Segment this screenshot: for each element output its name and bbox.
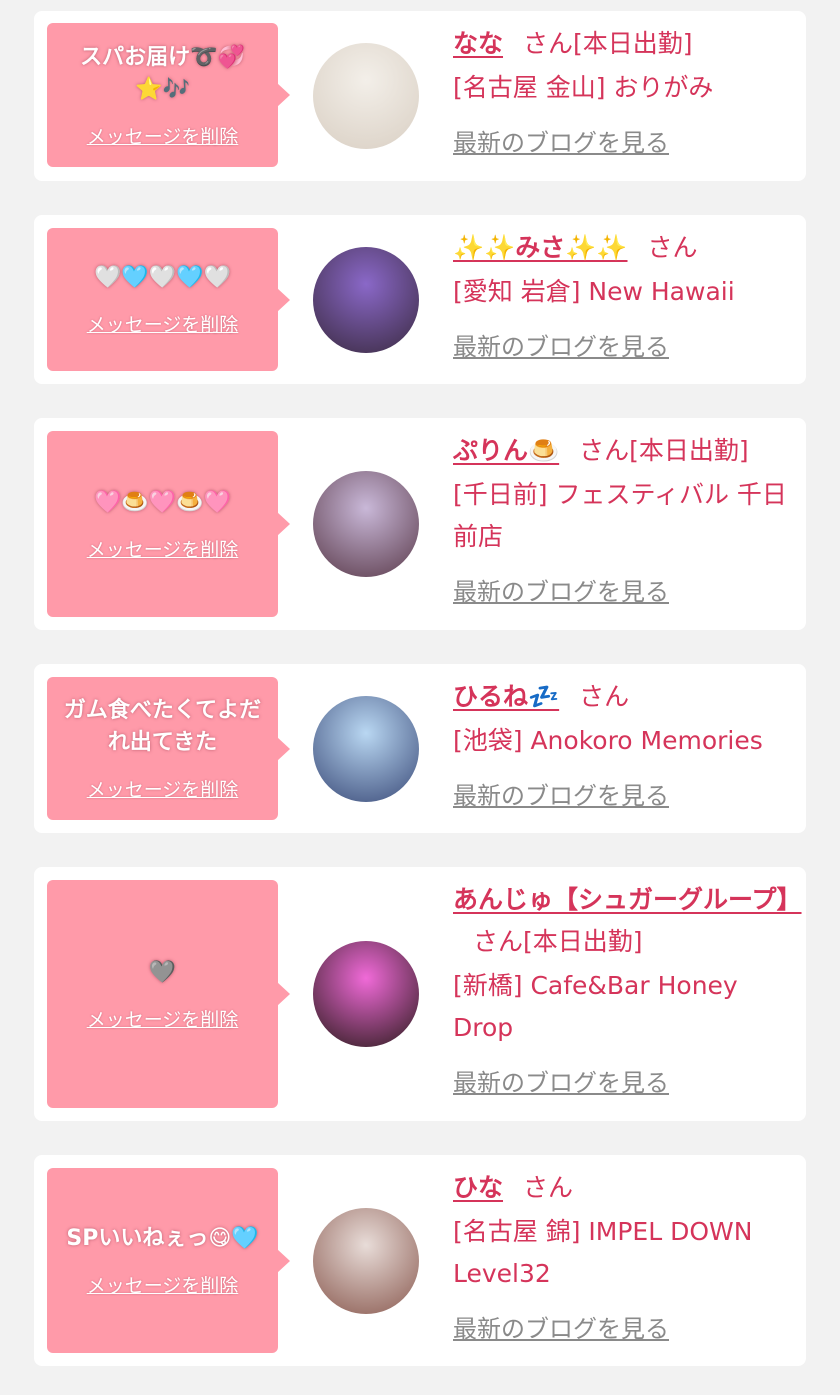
girl-name-link[interactable]: ✨✨みさ✨✨ xyxy=(453,233,628,262)
message-bubble: SPいいねぇっ😋🩵 メッセージを削除 xyxy=(47,1168,290,1353)
delete-message-link[interactable]: メッセージを削除 xyxy=(87,1005,239,1032)
name-line: ひな さん xyxy=(453,1167,798,1209)
message-list: スパお届け➰💞⭐🎶 メッセージを削除 なな さん[本日出勤] [名古屋 金山] お… xyxy=(0,0,840,1395)
honorific: さん xyxy=(579,436,630,465)
honorific: さん xyxy=(579,682,630,711)
girl-info: ✨✨みさ✨✨ さん [愛知 岩倉] New Hawaii 最新のブログを見る xyxy=(453,227,798,362)
girl-info: あんじゅ【シュガーグループ】さん[本日出勤] [新橋] Cafe&Bar Hon… xyxy=(453,879,802,1098)
message-card: 🩶 メッセージを削除 あんじゅ【シュガーグループ】さん[本日出勤] [新橋] C… xyxy=(34,867,806,1121)
delete-message-link[interactable]: メッセージを削除 xyxy=(87,535,239,562)
latest-blog-link[interactable]: 最新のブログを見る xyxy=(453,572,669,607)
girl-name-link[interactable]: ひるね💤 xyxy=(453,682,559,711)
message-bubble: 🩷🍮🩷🍮🩷 メッセージを削除 xyxy=(47,431,290,617)
latest-blog-link[interactable]: 最新のブログを見る xyxy=(453,123,669,158)
delete-message-link[interactable]: メッセージを削除 xyxy=(87,775,239,802)
girl-info: ぷりん🍮 さん[本日出勤] [千日前] フェスティバル 千日前店 最新のブログを見… xyxy=(453,430,798,607)
message-text: 🤍🩵🤍🩵🤍 xyxy=(94,265,231,290)
girl-name-link[interactable]: ひな xyxy=(453,1173,503,1202)
delete-message-link[interactable]: メッセージを削除 xyxy=(87,122,239,149)
message-bubble: 🤍🩵🤍🩵🤍 メッセージを削除 xyxy=(47,228,290,371)
shop-info: [新橋] Cafe&Bar Honey Drop xyxy=(453,971,738,1042)
message-text: SPいいねぇっ😋🩵 xyxy=(66,1226,259,1251)
girl-info: なな さん[本日出勤] [名古屋 金山] おりがみ 最新のブログを見る xyxy=(453,23,798,158)
status-badge: [本日出勤] xyxy=(573,29,693,58)
message-card: スパお届け➰💞⭐🎶 メッセージを削除 なな さん[本日出勤] [名古屋 金山] お… xyxy=(34,11,806,181)
girl-info: ひな さん [名古屋 錦] IMPEL DOWN Level32 最新のブログを見… xyxy=(453,1167,798,1344)
message-bubble: 🩶 メッセージを削除 xyxy=(47,880,290,1108)
name-line: なな さん[本日出勤] xyxy=(453,23,798,65)
avatar[interactable] xyxy=(313,1208,419,1314)
delete-message-link[interactable]: メッセージを削除 xyxy=(87,310,239,337)
message-card: ガム食べたくてよだれ出てきた メッセージを削除 ひるね💤 さん [池袋] Anok… xyxy=(34,664,806,833)
shop-info: [池袋] Anokoro Memories xyxy=(453,726,763,755)
avatar[interactable] xyxy=(313,471,419,577)
status-badge: [本日出勤] xyxy=(629,436,749,465)
message-card: 🩷🍮🩷🍮🩷 メッセージを削除 ぷりん🍮 さん[本日出勤] [千日前] フェスティバ… xyxy=(34,418,806,630)
girl-name-link[interactable]: あんじゅ【シュガーグループ】 xyxy=(453,885,802,914)
name-line: あんじゅ【シュガーグループ】さん[本日出勤] xyxy=(453,879,802,963)
avatar[interactable] xyxy=(313,247,419,353)
delete-message-link[interactable]: メッセージを削除 xyxy=(87,1271,239,1298)
message-card: 🤍🩵🤍🩵🤍 メッセージを削除 ✨✨みさ✨✨ さん [愛知 岩倉] New Hawa… xyxy=(34,215,806,384)
honorific: さん xyxy=(523,29,574,58)
name-line: ぷりん🍮 さん[本日出勤] xyxy=(453,430,798,472)
message-text: 🩶 xyxy=(148,959,177,985)
girl-info: ひるね💤 さん [池袋] Anokoro Memories 最新のブログを見る xyxy=(453,676,798,811)
shop-info: [名古屋 錦] IMPEL DOWN Level32 xyxy=(453,1217,753,1288)
latest-blog-link[interactable]: 最新のブログを見る xyxy=(453,776,669,811)
status-badge: [本日出勤] xyxy=(523,927,643,956)
name-line: ひるね💤 さん xyxy=(453,676,798,718)
shop-info: [千日前] フェスティバル 千日前店 xyxy=(453,480,787,551)
honorific: さん xyxy=(647,233,698,262)
name-line: ✨✨みさ✨✨ さん xyxy=(453,227,798,269)
avatar[interactable] xyxy=(313,696,419,802)
latest-blog-link[interactable]: 最新のブログを見る xyxy=(453,327,669,362)
message-text: スパお届け➰💞⭐🎶 xyxy=(80,44,245,102)
shop-info: [愛知 岩倉] New Hawaii xyxy=(453,277,735,306)
message-text: ガム食べたくてよだれ出てきた xyxy=(63,698,262,755)
message-bubble: スパお届け➰💞⭐🎶 メッセージを削除 xyxy=(47,23,290,167)
girl-name-link[interactable]: なな xyxy=(453,29,503,58)
message-bubble: ガム食べたくてよだれ出てきた メッセージを削除 xyxy=(47,677,290,820)
honorific: さん xyxy=(473,927,524,956)
girl-name-link[interactable]: ぷりん🍮 xyxy=(453,436,559,465)
message-card: SPいいねぇっ😋🩵 メッセージを削除 ひな さん [名古屋 錦] IMPEL DO… xyxy=(34,1155,806,1366)
latest-blog-link[interactable]: 最新のブログを見る xyxy=(453,1063,669,1098)
shop-info: [名古屋 金山] おりがみ xyxy=(453,73,714,102)
avatar[interactable] xyxy=(313,43,419,149)
latest-blog-link[interactable]: 最新のブログを見る xyxy=(453,1309,669,1344)
message-text: 🩷🍮🩷🍮🩷 xyxy=(94,489,231,515)
honorific: さん xyxy=(523,1173,574,1202)
avatar[interactable] xyxy=(313,941,419,1047)
